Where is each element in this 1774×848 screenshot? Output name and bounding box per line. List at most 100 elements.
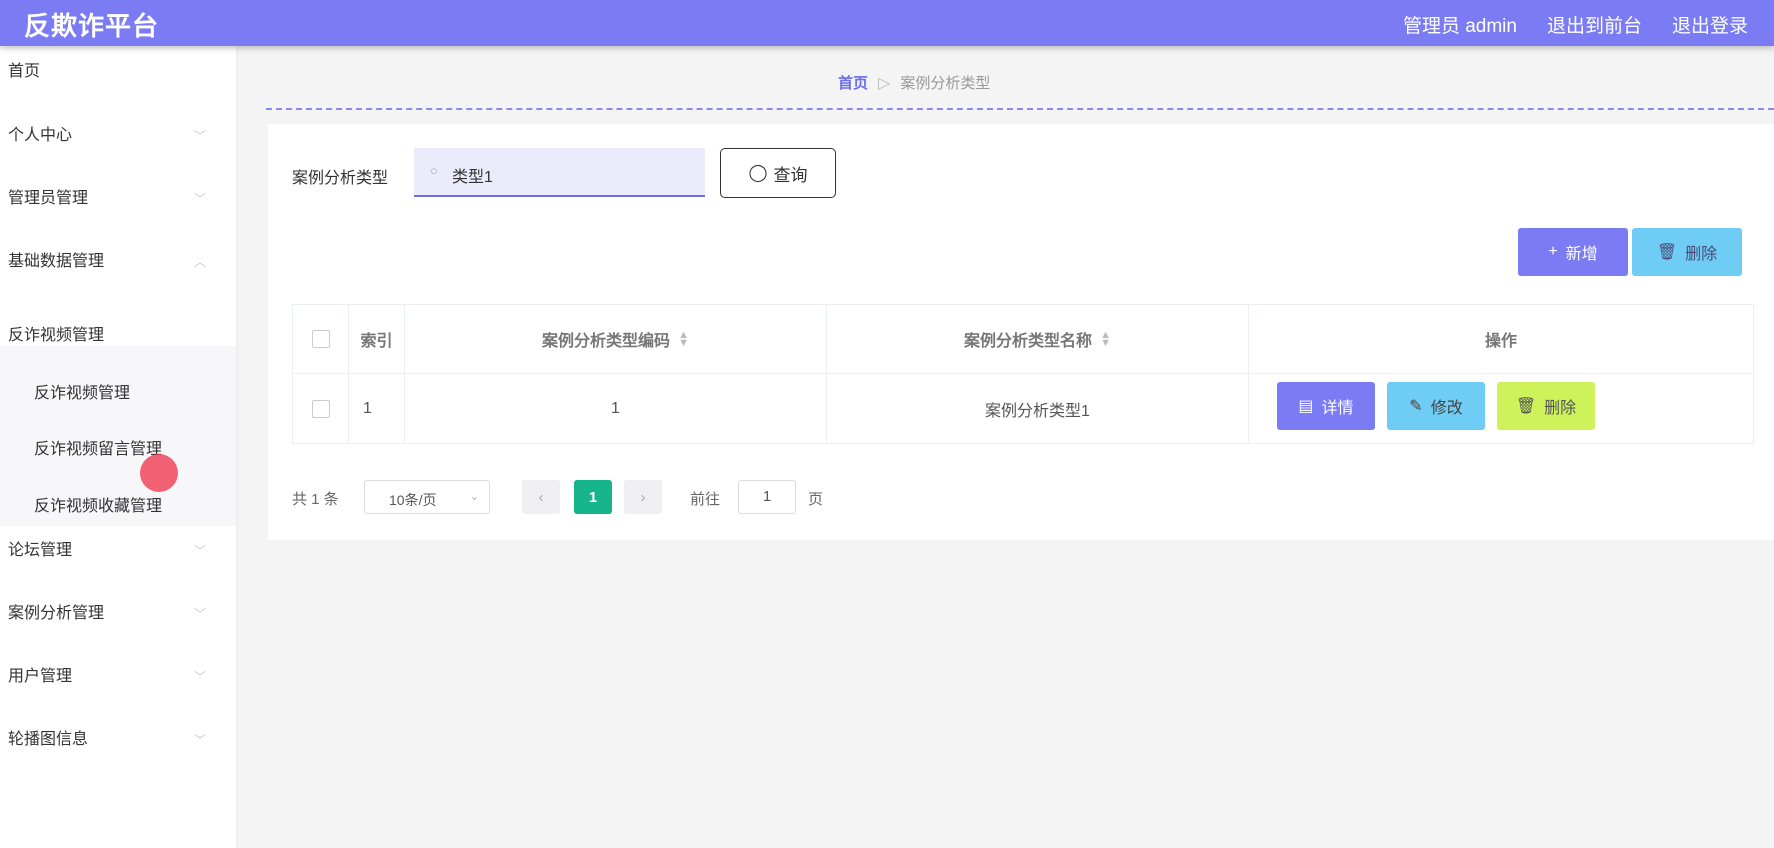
sidebar-item-label: 案例分析管理 [8,605,105,622]
sidebar-item-admin-management[interactable]: 管理员管理 ﹀ [0,179,236,219]
query-button-label: 查询 [773,165,808,185]
search-input-value: 类型1 [452,169,493,186]
header-operations: 操作 [1249,305,1753,374]
sidebar-item-label: 基础数据管理 [8,253,105,270]
exit-to-front-link[interactable]: 退出到前台 [1547,11,1642,38]
pencil-icon: ✎ [1409,398,1423,415]
sidebar-subitem-video-management[interactable]: 反诈视频管理 [0,374,236,414]
chevron-down-icon: ﹀ [193,129,206,143]
sidebar-item-personal-center[interactable]: 个人中心 ﹀ [0,116,236,156]
sidebar-subitem-video-favorites[interactable]: 反诈视频收藏管理 [0,487,236,527]
header-code[interactable]: 案例分析类型编码 ▲ ▼ [405,305,827,374]
sidebar-item-label: 论坛管理 [8,542,73,559]
page-size-value: 10条/页 [389,492,437,508]
batch-delete-label: 删除 [1685,246,1718,263]
top-links: 管理员 admin 退出到前台 退出登录 [1403,11,1748,38]
sidebar-item-forum[interactable]: 论坛管理 ﹀ [0,531,236,571]
header-code-label: 案例分析类型编码 [542,333,671,350]
table-cell-name: 案例分析类型1 [827,374,1249,443]
table-cell-operations: ▤ 详情 ✎ 修改 🗑 删除 [1249,374,1753,443]
document-icon: ▤ [1298,398,1314,415]
chevron-up-icon: ︿ [193,255,206,269]
search-label: 案例分析类型 [292,170,389,187]
chevron-down-icon: ﹀ [193,670,206,684]
edit-button[interactable]: ✎ 修改 [1387,382,1485,430]
sidebar-subitem-label: 反诈视频管理 [34,385,131,402]
delete-button-label: 删除 [1544,400,1577,417]
breadcrumb: 首页 ▷ 案例分析类型 [838,72,990,93]
pagination-total: 共 1 条 [292,491,339,508]
sidebar-item-label: 首页 [8,63,41,80]
page-size-select[interactable]: 10条/页 ⌄ [364,480,490,514]
header-name[interactable]: 案例分析类型名称 ▲ ▼ [827,305,1249,374]
sidebar-item-anti-fraud-video[interactable]: 反诈视频管理 [0,316,236,356]
sort-icon[interactable]: ▲ ▼ [1100,330,1111,349]
header-name-label: 案例分析类型名称 [964,333,1093,350]
goto-page-value: 1 [762,488,772,505]
sidebar-item-label: 用户管理 [8,668,73,685]
header-select-cell [293,305,349,374]
click-indicator [140,454,178,492]
sidebar-item-label: 轮播图信息 [8,731,89,748]
detail-button-label: 详情 [1321,400,1354,417]
add-button[interactable]: + 新增 [1518,228,1628,276]
row-checkbox[interactable] [311,399,330,418]
trash-icon: 🗑 [1515,398,1537,415]
top-navbar: 反欺诈平台 管理员 admin 退出到前台 退出登录 [0,0,1774,46]
breadcrumb-divider [266,108,1774,110]
sidebar: 首页 个人中心 ﹀ 管理员管理 ﹀ 基础数据管理 ︿ 反诈视频管理 反诈视频管理… [0,46,236,848]
current-page-number: 1 [588,488,598,506]
prev-page-button[interactable]: ‹ [522,480,560,514]
current-user-label[interactable]: 管理员 admin [1403,11,1517,38]
page-number-button[interactable]: 1 [574,480,612,514]
sidebar-item-label: 反诈视频管理 [8,327,105,344]
sidebar-item-carousel[interactable]: 轮播图信息 ﹀ [0,720,236,760]
separator-icon: ▷ [878,74,891,92]
table-cell-index: 1 [349,374,405,443]
sidebar-subitem-label: 反诈视频留言管理 [34,441,163,458]
sidebar-item-home[interactable]: 首页 [0,52,236,92]
sidebar-subitem-video-comments[interactable]: 反诈视频留言管理 [0,430,236,470]
search-icon: ◯ [748,163,768,182]
header-index: 索引 [349,305,405,374]
chevron-down-icon: ⌄ [469,491,479,503]
add-button-label: 新增 [1565,246,1598,263]
plus-icon: + [1548,243,1558,260]
logout-link[interactable]: 退出登录 [1672,11,1748,38]
chevron-down-icon: ﹀ [193,733,206,747]
delete-button[interactable]: 🗑 删除 [1497,382,1595,430]
page-unit-label: 页 [808,491,824,508]
select-all-checkbox[interactable] [311,330,330,348]
search-icon: ○ [430,163,438,178]
sort-icon[interactable]: ▲ ▼ [678,330,689,349]
query-button[interactable]: ◯ 查询 [720,148,836,198]
chevron-left-icon: ‹ [538,488,544,506]
row-name: 案例分析类型1 [985,402,1090,420]
goto-page-input[interactable]: 1 [738,480,796,514]
breadcrumb-home[interactable]: 首页 [838,72,868,93]
chevron-down-icon: ﹀ [193,192,206,206]
sidebar-item-basic-data[interactable]: 基础数据管理 ︿ [0,242,236,282]
sidebar-item-label: 管理员管理 [8,190,89,207]
pagination: 共 1 条 10条/页 ⌄ ‹ 1 › 前往 1 页 [292,480,892,516]
table-row-select-cell [293,374,349,443]
row-index: 1 [363,399,372,417]
edit-button-label: 修改 [1430,400,1463,417]
app-title: 反欺诈平台 [24,11,160,41]
table-cell-code: 1 [405,374,827,443]
sidebar-subitem-label: 反诈视频收藏管理 [34,498,163,515]
sidebar-item-users[interactable]: 用户管理 ﹀ [0,657,236,697]
goto-label: 前往 [690,491,721,508]
search-input[interactable]: ○ 类型1 [414,148,705,197]
sidebar-item-label: 个人中心 [8,127,73,144]
header-ops-label: 操作 [1484,333,1517,350]
chevron-down-icon: ﹀ [193,544,206,558]
breadcrumb-current: 案例分析类型 [900,75,991,92]
header-index-label: 索引 [360,333,393,350]
detail-button[interactable]: ▤ 详情 [1277,382,1375,430]
batch-delete-button[interactable]: 🗑 删除 [1632,228,1742,276]
sidebar-item-case-analysis[interactable]: 案例分析管理 ﹀ [0,594,236,634]
trash-icon: 🗑 [1656,244,1678,261]
next-page-button[interactable]: › [624,480,662,514]
data-table: 索引 案例分析类型编码 ▲ ▼ 案例分析类型名称 ▲ ▼ 操作 1 1 案例分析类型… [292,304,1754,444]
